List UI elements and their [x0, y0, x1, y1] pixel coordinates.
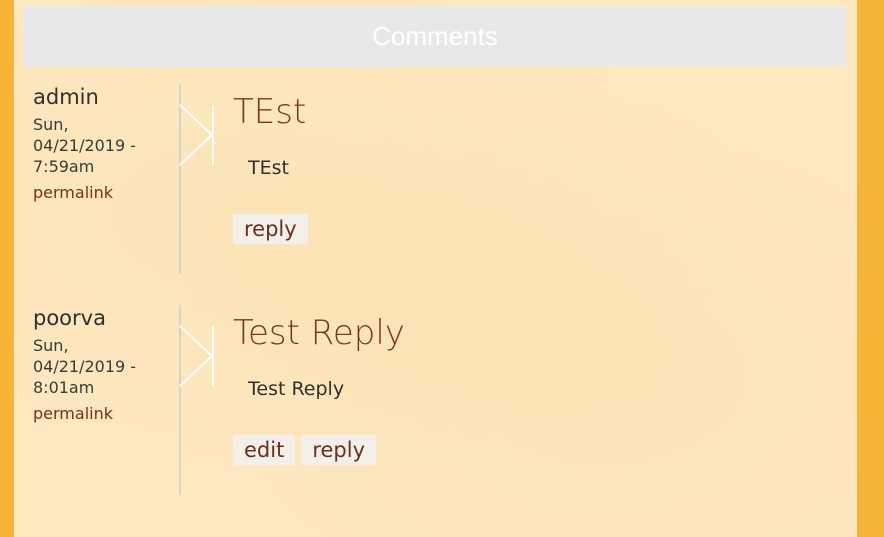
reply-button[interactable]: reply	[233, 214, 308, 244]
comment-title[interactable]: TEst	[233, 92, 308, 132]
comment-title[interactable]: Test Reply	[233, 313, 405, 353]
comment-author: admin	[33, 85, 99, 109]
comment-text: Test Reply	[248, 378, 345, 400]
permalink-link[interactable]: permalink	[33, 403, 173, 424]
comments-heading: Comments	[372, 21, 498, 51]
comment-actions: edit reply	[233, 435, 405, 465]
speech-pointer-icon	[179, 325, 214, 387]
reply-button[interactable]: reply	[301, 435, 377, 465]
speech-pointer-icon	[179, 104, 214, 166]
comment-text: TEst	[248, 157, 289, 179]
comments-header: Comments	[24, 6, 846, 67]
comment-body: TEst TEst reply	[233, 92, 308, 244]
comment-actions: reply	[233, 214, 308, 244]
edit-button[interactable]: edit	[233, 435, 296, 465]
comment-date: Sun, 04/21/2019 - 8:01am	[33, 336, 137, 397]
comment-date: Sun, 04/21/2019 - 7:59am	[33, 115, 137, 176]
comment-meta: poorva Sun, 04/21/2019 - 8:01am permalin…	[33, 305, 173, 424]
comment-body: Test Reply Test Reply edit reply	[233, 313, 405, 465]
comments-panel: Comments admin Sun, 04/21/2019 - 7:59am …	[14, 0, 857, 537]
permalink-link[interactable]: permalink	[33, 182, 173, 203]
comment-meta: admin Sun, 04/21/2019 - 7:59am permalink	[33, 84, 173, 203]
comment-author: poorva	[33, 306, 106, 330]
